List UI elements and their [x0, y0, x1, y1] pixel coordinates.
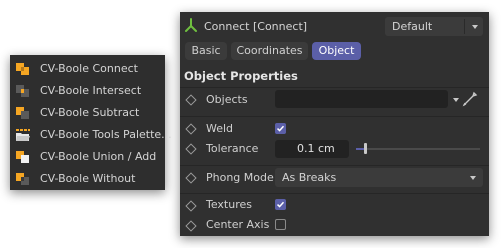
- center-axis-checkbox[interactable]: [275, 219, 286, 230]
- weld-checkbox[interactable]: [275, 123, 286, 134]
- folder-icon: [16, 129, 30, 141]
- eyedropper-icon[interactable]: [462, 91, 478, 107]
- menu-item-boole-subtract[interactable]: CV-Boole Subtract: [10, 102, 165, 124]
- attribute-manager: Connect [Connect] Default Basic Coordina…: [180, 12, 489, 236]
- menu-item-boole-connect[interactable]: CV-Boole Connect: [10, 58, 165, 80]
- keyframe-diamond-icon[interactable]: [185, 200, 197, 212]
- section-title: Object Properties: [184, 69, 298, 83]
- mode-select[interactable]: Default: [385, 17, 483, 36]
- mode-select-divider: [464, 19, 465, 34]
- chevron-down-icon: [470, 176, 476, 180]
- keyframe-diamond-icon[interactable]: [185, 143, 197, 155]
- boole-subtract-icon: [16, 107, 29, 119]
- divider: [180, 193, 489, 194]
- weld-label: Weld: [206, 122, 234, 135]
- menu-item-label: CV-Boole Tools Palette...: [40, 128, 172, 141]
- menu-item-label: CV-Boole Union / Add: [40, 150, 157, 163]
- tolerance-slider-fill: [356, 148, 364, 150]
- menu-item-boole-tools-palette[interactable]: CV-Boole Tools Palette...: [10, 124, 172, 146]
- boole-union-icon: [16, 151, 29, 163]
- tab-basic[interactable]: Basic: [185, 42, 227, 60]
- object-title: Connect [Connect]: [204, 20, 308, 33]
- objects-label: Objects: [206, 93, 248, 106]
- mode-select-value: Default: [392, 20, 433, 33]
- phong-mode-select[interactable]: As Breaks: [275, 168, 483, 187]
- tab-object[interactable]: Object: [312, 42, 361, 60]
- keyframe-diamond-icon[interactable]: [185, 172, 197, 184]
- menu-item-boole-union-add[interactable]: CV-Boole Union / Add: [10, 146, 165, 168]
- tab-coordinates[interactable]: Coordinates: [231, 42, 308, 60]
- keyframe-diamond-icon[interactable]: [185, 220, 197, 232]
- boole-without-icon: [16, 173, 29, 185]
- checkmark-icon: [276, 125, 285, 132]
- boole-intersect-icon: [16, 85, 29, 97]
- tolerance-value: 0.1 cm: [297, 142, 335, 155]
- phong-mode-value: As Breaks: [282, 171, 337, 184]
- menu-item-label: CV-Boole Connect: [40, 62, 138, 75]
- textures-label: Textures: [206, 198, 252, 211]
- divider: [180, 87, 489, 88]
- tolerance-input[interactable]: 0.1 cm: [275, 140, 349, 158]
- menu-item-boole-without[interactable]: CV-Boole Without: [10, 168, 165, 190]
- checkmark-icon: [276, 201, 285, 208]
- keyframe-diamond-icon[interactable]: [185, 94, 197, 106]
- objects-link-field[interactable]: [275, 90, 448, 108]
- tolerance-label: Tolerance: [206, 142, 259, 155]
- menu-item-label: CV-Boole Subtract: [40, 106, 140, 119]
- divider: [180, 165, 489, 166]
- phong-mode-label: Phong Mode: [206, 171, 274, 184]
- menu-item-boole-intersect[interactable]: CV-Boole Intersect: [10, 80, 165, 102]
- chevron-down-icon[interactable]: [453, 98, 459, 102]
- center-axis-label: Center Axis: [206, 218, 270, 231]
- divider: [180, 116, 489, 117]
- keyframe-diamond-icon[interactable]: [185, 123, 197, 135]
- boole-connect-icon: [16, 63, 29, 75]
- textures-checkbox[interactable]: [275, 199, 286, 210]
- boole-tools-menu: CV-Boole Connect CV-Boole Intersect CV-B…: [10, 55, 172, 190]
- menu-item-label: CV-Boole Without: [40, 172, 136, 185]
- connect-object-icon: [185, 18, 197, 32]
- tolerance-slider-track[interactable]: [356, 148, 480, 150]
- tolerance-slider-handle[interactable]: [364, 143, 367, 154]
- menu-item-label: CV-Boole Intersect: [40, 84, 142, 97]
- chevron-down-icon: [472, 25, 478, 29]
